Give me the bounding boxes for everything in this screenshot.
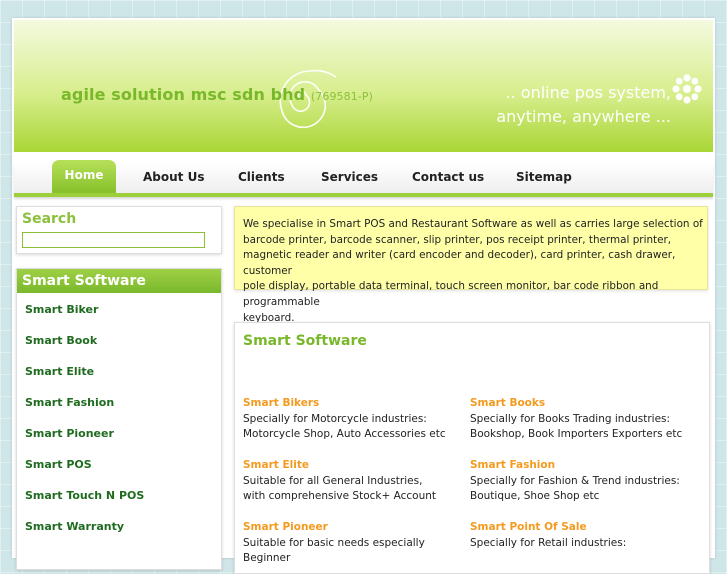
product-description: Suitable for all General Industries, bbox=[243, 474, 423, 487]
header-banner: agile solution msc sdn bhd (769581-P) ..… bbox=[14, 20, 713, 152]
product-link-smart-books[interactable]: Smart Books bbox=[470, 396, 700, 412]
flower-icon bbox=[672, 74, 702, 104]
smart-software-list: Smart Biker Smart Book Smart Elite Smart… bbox=[25, 303, 144, 551]
product-item: Smart Fashion Specially for Fashion & Tr… bbox=[470, 458, 700, 505]
product-description: Boutique, Shoe Shop etc bbox=[470, 490, 600, 502]
product-link-smart-bikers[interactable]: Smart Bikers bbox=[243, 396, 473, 412]
registration-number: (769581-P) bbox=[310, 90, 374, 103]
product-description: Suitable for basic needs especially Begi… bbox=[243, 536, 425, 565]
nav-contact-us[interactable]: Contact us bbox=[412, 170, 484, 184]
product-item: Smart Bikers Specially for Motorcycle in… bbox=[243, 396, 473, 443]
smart-software-panel: Smart Software Smart Biker Smart Book Sm… bbox=[16, 268, 222, 570]
sidebar-item-smart-elite[interactable]: Smart Elite bbox=[25, 365, 144, 396]
search-title: Search bbox=[22, 211, 77, 227]
product-description: Specially for Retail industries: bbox=[470, 536, 627, 549]
tagline-line-1: .. online pos system, bbox=[505, 83, 671, 102]
tagline-line-2: anytime, anywhere ... bbox=[496, 107, 671, 126]
product-description: Specially for Fashion & Trend industries… bbox=[470, 474, 680, 487]
intro-line: magnetic reader and writer (card encoder… bbox=[243, 249, 676, 277]
search-input[interactable] bbox=[22, 232, 205, 248]
page-container: agile solution msc sdn bhd (769581-P) ..… bbox=[12, 18, 715, 574]
sidebar-item-smart-book[interactable]: Smart Book bbox=[25, 334, 144, 365]
nav-services[interactable]: Services bbox=[321, 170, 378, 184]
sidebar-item-smart-fashion[interactable]: Smart Fashion bbox=[25, 396, 144, 427]
intro-line: barcode printer, barcode scanner, slip p… bbox=[243, 233, 672, 246]
product-link-smart-pioneer[interactable]: Smart Pioneer bbox=[243, 520, 473, 536]
main-content: Smart Software Smart Bikers Specially fo… bbox=[234, 322, 710, 574]
sidebar-item-smart-pioneer[interactable]: Smart Pioneer bbox=[25, 427, 144, 458]
nav-clients[interactable]: Clients bbox=[238, 170, 285, 184]
product-description: Motorcycle Shop, Auto Accessories etc bbox=[243, 428, 446, 440]
product-link-smart-fashion[interactable]: Smart Fashion bbox=[470, 458, 700, 474]
sidebar-item-smart-warranty[interactable]: Smart Warranty bbox=[25, 520, 144, 551]
main-title: Smart Software bbox=[243, 333, 367, 349]
product-link-smart-elite[interactable]: Smart Elite bbox=[243, 458, 473, 474]
product-description: Specially for Books Trading industries: bbox=[470, 412, 671, 425]
sidebar-item-smart-touch-n-pos[interactable]: Smart Touch N POS bbox=[25, 489, 144, 520]
intro-box: We specialise in Smart POS and Restauran… bbox=[234, 206, 708, 324]
product-item: Smart Point Of Sale Specially for Retail… bbox=[470, 520, 700, 551]
product-description: Specially for Motorcycle industries: bbox=[243, 412, 427, 425]
product-link-smart-point-of-sale[interactable]: Smart Point Of Sale bbox=[470, 520, 700, 536]
search-panel: Search bbox=[16, 206, 222, 254]
product-description: Bookshop, Book Importers Exporters etc bbox=[470, 428, 683, 440]
company-name-text: agile solution msc sdn bhd bbox=[61, 85, 306, 104]
sidebar-item-smart-biker[interactable]: Smart Biker bbox=[25, 303, 144, 334]
product-description: with comprehensive Stock+ Account bbox=[243, 490, 437, 502]
product-item: Smart Elite Suitable for all General Ind… bbox=[243, 458, 473, 505]
nav-sitemap[interactable]: Sitemap bbox=[516, 170, 572, 184]
company-name: agile solution msc sdn bhd (769581-P) bbox=[61, 85, 373, 104]
nav-home[interactable]: Home bbox=[52, 160, 116, 193]
smart-software-title: Smart Software bbox=[17, 269, 221, 293]
intro-line: We specialise in Smart POS and Restauran… bbox=[243, 218, 703, 230]
nav-about-us[interactable]: About Us bbox=[143, 170, 204, 184]
product-item: Smart Books Specially for Books Trading … bbox=[470, 396, 700, 443]
main-navigation: Home About Us Clients Services Contact u… bbox=[14, 160, 713, 197]
sidebar-item-smart-pos[interactable]: Smart POS bbox=[25, 458, 144, 489]
product-item: Smart Pioneer Suitable for basic needs e… bbox=[243, 520, 473, 567]
tagline: .. online pos system, anytime, anywhere … bbox=[496, 81, 671, 129]
intro-line: pole display, portable data terminal, to… bbox=[243, 280, 659, 308]
